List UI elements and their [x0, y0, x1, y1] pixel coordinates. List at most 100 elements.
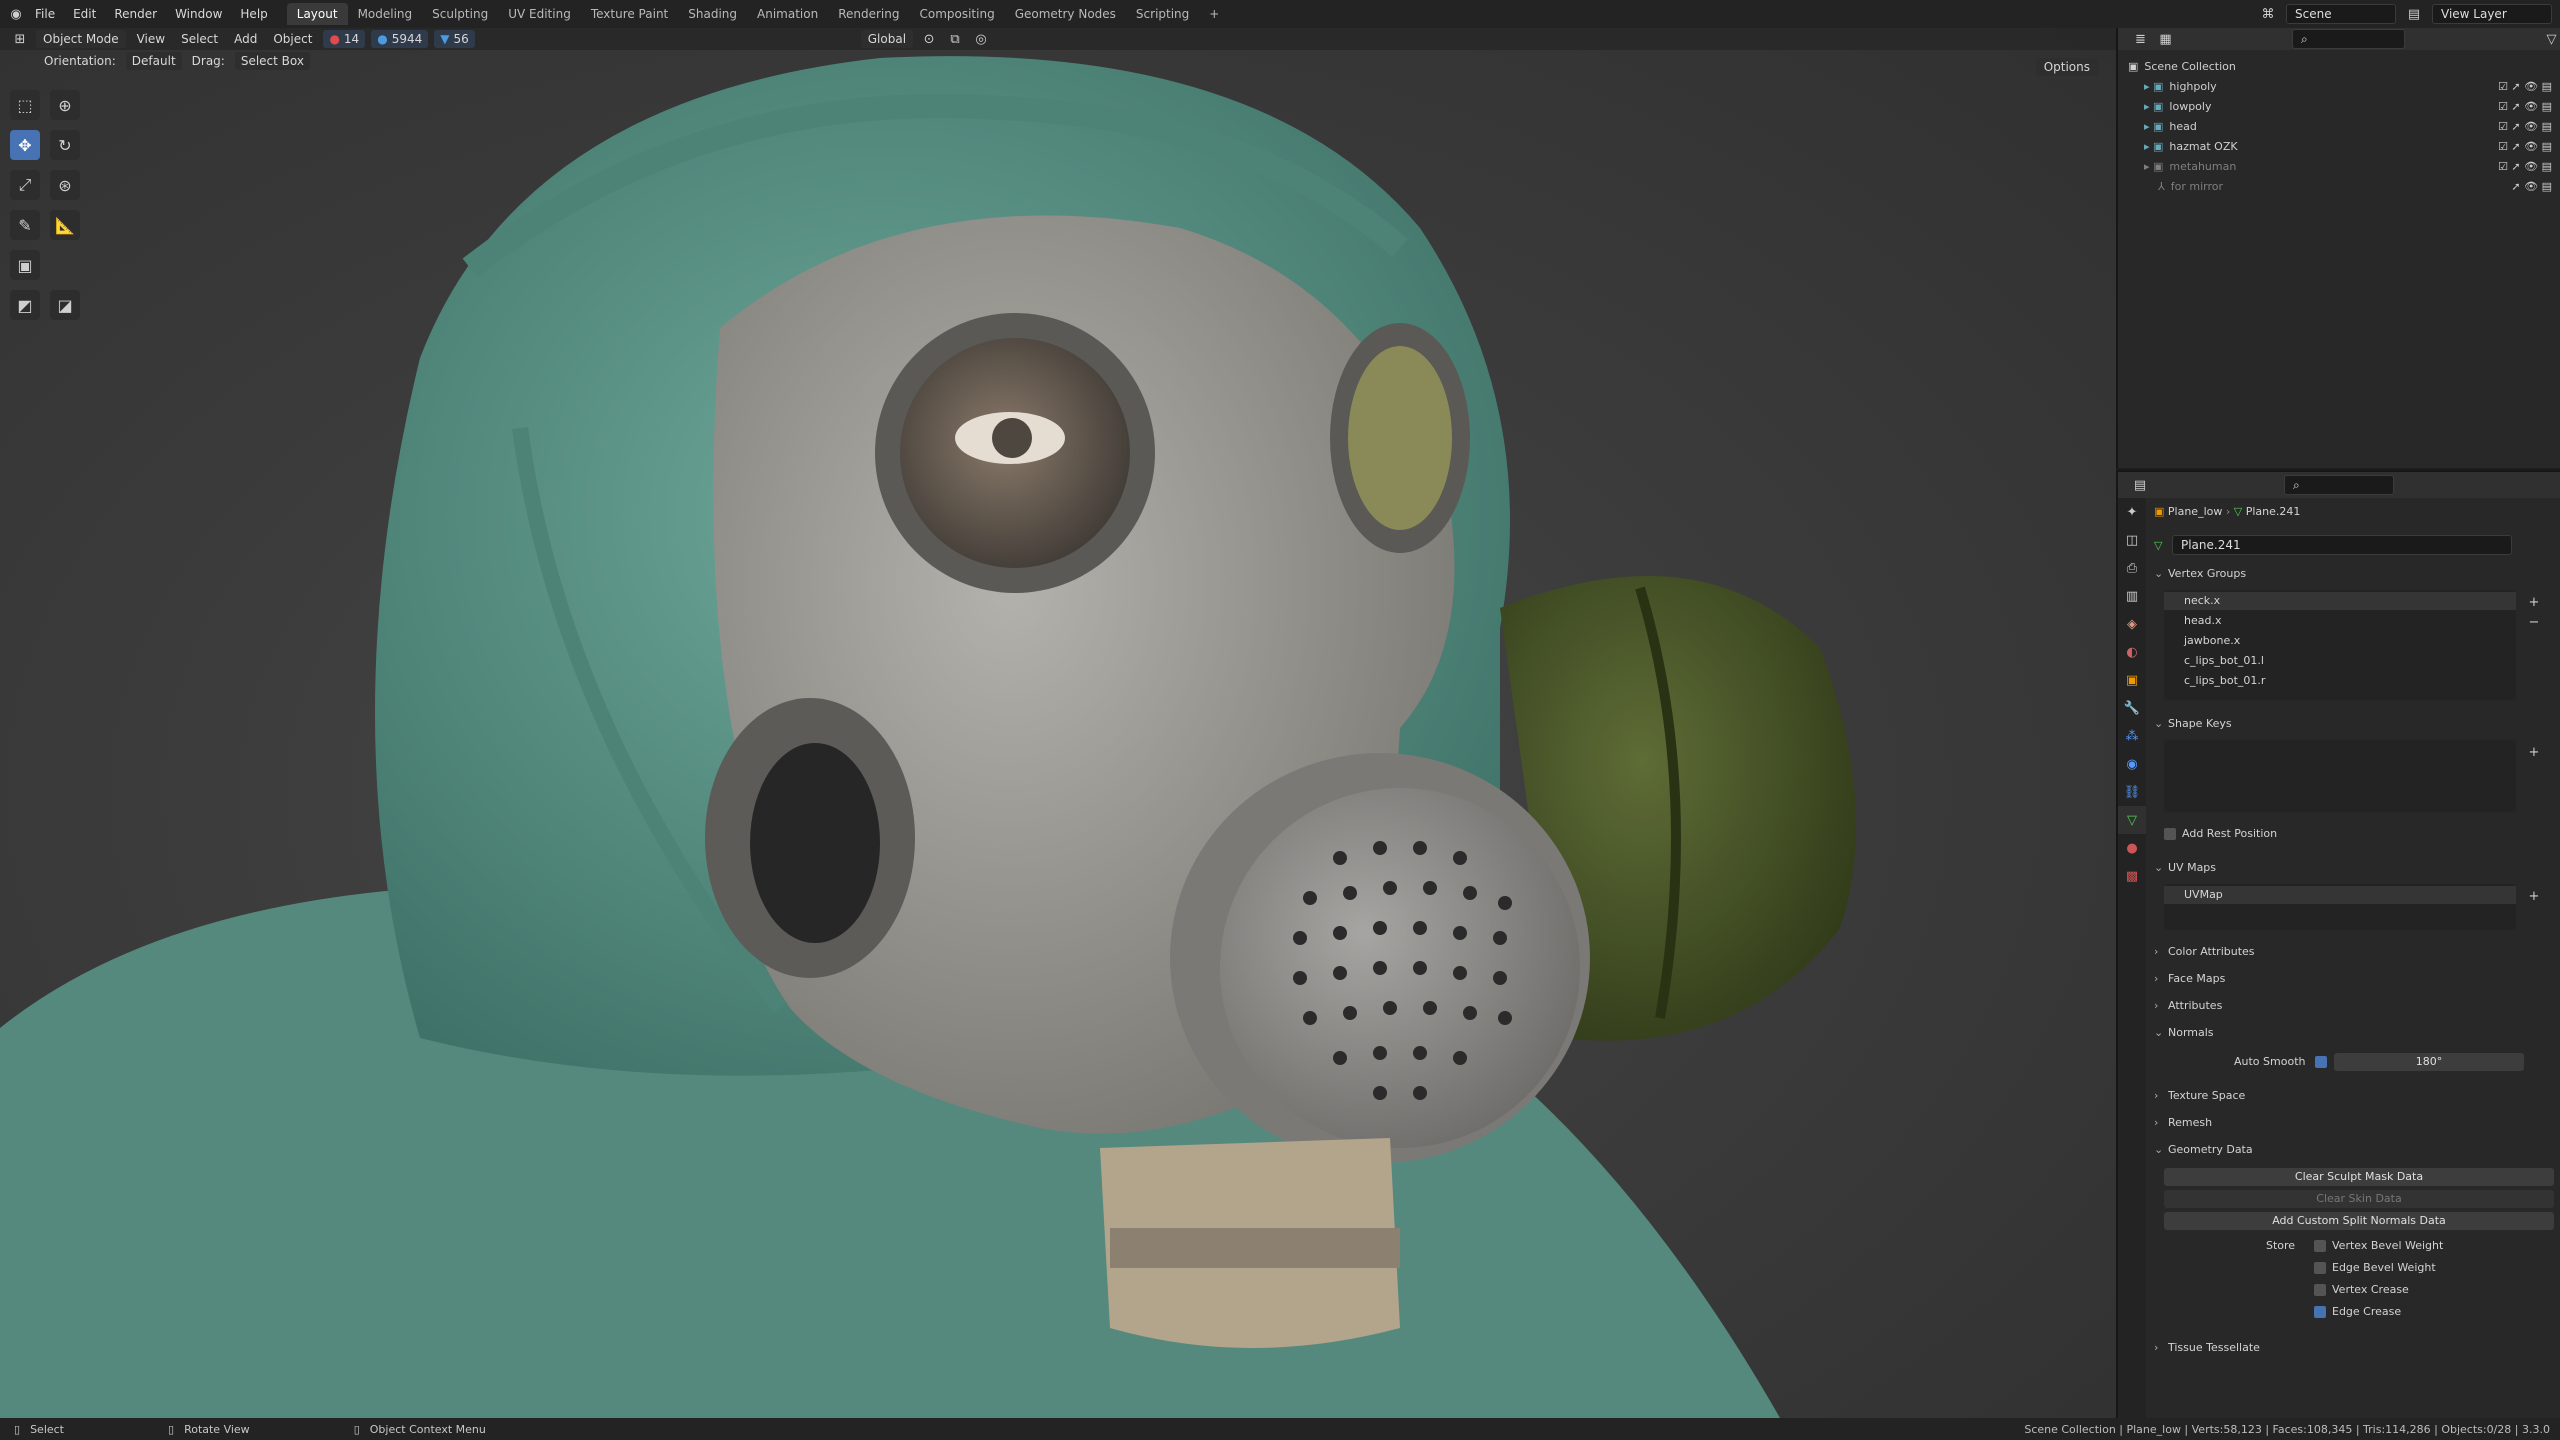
normals-header[interactable]: ⌄ Normals [2154, 1021, 2554, 1045]
add-rest-position[interactable]: Add Rest Position [2154, 822, 2554, 846]
tab-shading[interactable]: Shading [678, 3, 747, 25]
face-maps-header[interactable]: › Face Maps [2154, 967, 2554, 991]
material-tab-icon[interactable]: ● [2118, 834, 2146, 862]
view-layer-tab-icon[interactable]: ▥ [2118, 582, 2146, 610]
tab-animation[interactable]: Animation [747, 3, 828, 25]
tab-texture-paint[interactable]: Texture Paint [581, 3, 678, 25]
tissue-tessellate-header[interactable]: › Tissue Tessellate [2154, 1336, 2554, 1360]
object-tab-icon[interactable]: ▣ [2118, 666, 2146, 694]
transform-icon[interactable]: ⊛ [50, 170, 80, 200]
snap-icon[interactable]: ⧉ [945, 29, 965, 49]
properties-type-icon[interactable]: ▤ [2130, 475, 2150, 495]
measure-icon[interactable]: 📐 [50, 210, 80, 240]
list-item[interactable]: c_lips_bot_01.r [2164, 672, 2516, 690]
3d-viewport[interactable]: ⊞ Object Mode View Select Add Object ● 14… [0, 28, 2116, 1418]
scene-icon[interactable]: ⌘ [2258, 4, 2278, 24]
geometry-data-header[interactable]: ⌄ Geometry Data [2154, 1138, 2554, 1162]
tab-layout[interactable]: Layout [286, 3, 348, 25]
physics-tab-icon[interactable]: ◉ [2118, 750, 2146, 778]
rotate-icon[interactable]: ↻ [50, 130, 80, 160]
tab-rendering[interactable]: Rendering [828, 3, 909, 25]
store-vertex-bevel[interactable]: Vertex Bevel Weight [2154, 1234, 2554, 1258]
list-item[interactable]: head.x [2164, 612, 2516, 630]
shape-keys-list[interactable] [2164, 740, 2516, 812]
outliner-item[interactable]: ⅄ for mirror ➚ 👁 ▤ [2118, 176, 2560, 196]
list-item[interactable]: c_lips_bot_01.l [2164, 652, 2516, 670]
remesh-header[interactable]: › Remesh [2154, 1111, 2554, 1135]
outliner-item[interactable]: ▸ ▣ head ☑ ➚ 👁 ▤ [2118, 116, 2560, 136]
mesh-datablock[interactable]: ▽ Plane.241 [2154, 534, 2554, 558]
menu-select[interactable]: Select [176, 32, 223, 46]
auto-smooth-angle[interactable]: 180° [2334, 1053, 2524, 1071]
transform-orientation[interactable]: Global [860, 30, 914, 48]
attributes-header[interactable]: › Attributes [2154, 994, 2554, 1018]
view-layer-selector[interactable]: View Layer [2432, 4, 2552, 24]
auto-smooth-row[interactable]: Auto Smooth 180° [2154, 1050, 2554, 1074]
outliner-item[interactable]: ▸ ▣ lowpoly ☑ ➚ 👁 ▤ [2118, 96, 2560, 116]
menu-window[interactable]: Window [166, 0, 231, 28]
cursor-icon[interactable]: ⊕ [50, 90, 80, 120]
menu-file[interactable]: File [26, 0, 64, 28]
particles-tab-icon[interactable]: ⁂ [2118, 722, 2146, 750]
menu-render[interactable]: Render [105, 0, 166, 28]
store-edge-bevel[interactable]: Edge Bevel Weight [2154, 1256, 2554, 1280]
editor-type-icon[interactable]: ⊞ [10, 29, 30, 49]
clear-sculpt-mask-button[interactable]: Clear Sculpt Mask Data [2164, 1168, 2554, 1186]
annotate-icon[interactable]: ✎ [10, 210, 40, 240]
properties-search[interactable]: ⌕ [2284, 475, 2394, 495]
menu-add[interactable]: Add [229, 32, 262, 46]
tab-scripting[interactable]: Scripting [1126, 3, 1199, 25]
tab-modeling[interactable]: Modeling [348, 3, 423, 25]
clear-skin-button[interactable]: Clear Skin Data [2164, 1190, 2554, 1208]
scene-collection-row[interactable]: ▣ Scene Collection [2118, 56, 2560, 76]
move-icon[interactable]: ✥ [10, 130, 40, 160]
render-tab-icon[interactable]: ◫ [2118, 526, 2146, 554]
scale-icon[interactable]: ⤢ [10, 170, 40, 200]
blender-logo-icon[interactable]: ◉ [6, 4, 26, 24]
shape-keys-header[interactable]: ⌄ Shape Keys [2154, 712, 2554, 736]
pivot-icon[interactable]: ⊙ [919, 29, 939, 49]
outliner-item[interactable]: ▸ ▣ highpoly ☑ ➚ 👁 ▤ [2118, 76, 2560, 96]
outliner-item[interactable]: ▸ ▣ metahuman ☑ ➚ 👁 ▤ [2118, 156, 2560, 176]
constraints-tab-icon[interactable]: ⛓ [2118, 778, 2146, 806]
add-custom-normals-button[interactable]: Add Custom Split Normals Data [2164, 1212, 2554, 1230]
scene-tab-icon[interactable]: ◈ [2118, 610, 2146, 638]
store-vertex-crease[interactable]: Vertex Crease [2154, 1278, 2554, 1302]
texture-icon[interactable]: ◪ [50, 290, 80, 320]
add-icon[interactable]: + [2524, 742, 2544, 762]
modifier-tab-icon[interactable]: 🔧 [2118, 694, 2146, 722]
view-layer-icon[interactable]: ▤ [2404, 4, 2424, 24]
outliner-type-icon[interactable]: ≣ [2132, 29, 2149, 49]
filter-icon[interactable]: ▽ [2543, 29, 2560, 49]
vertex-groups-header[interactable]: ⌄ Vertex Groups [2154, 562, 2554, 586]
store-edge-crease[interactable]: Edge Crease [2154, 1300, 2554, 1324]
remove-icon[interactable]: − [2524, 612, 2544, 632]
texture-space-header[interactable]: › Texture Space [2154, 1084, 2554, 1108]
add-icon[interactable]: + [2524, 886, 2544, 906]
data-tab-icon[interactable]: ▽ [2118, 806, 2146, 834]
tab-uv-editing[interactable]: UV Editing [498, 3, 581, 25]
add-workspace-icon[interactable]: + [1199, 3, 1229, 25]
add-icon[interactable]: + [2524, 592, 2544, 612]
drag-dropdown[interactable]: Select Box [234, 52, 310, 70]
texture-tab-icon[interactable]: ▩ [2118, 862, 2146, 890]
display-mode-icon[interactable]: ▦ [2157, 29, 2174, 49]
menu-object[interactable]: Object [268, 32, 317, 46]
menu-help[interactable]: Help [231, 0, 276, 28]
add-cube-icon[interactable]: ▣ [10, 250, 40, 280]
list-item[interactable]: UVMap [2164, 886, 2516, 904]
options-button[interactable]: Options [2035, 58, 2098, 76]
proportional-edit-icon[interactable]: ◎ [971, 29, 991, 49]
outliner-search[interactable]: ⌕ [2291, 29, 2406, 49]
tab-compositing[interactable]: Compositing [909, 3, 1004, 25]
tab-geometry-nodes[interactable]: Geometry Nodes [1005, 3, 1126, 25]
tab-sculpting[interactable]: Sculpting [422, 3, 498, 25]
outliner-item[interactable]: ▸ ▣ hazmat OZK ☑ ➚ 👁 ▤ [2118, 136, 2560, 156]
output-tab-icon[interactable]: ⎙ [2118, 554, 2146, 582]
tool-tab-icon[interactable]: ✦ [2118, 498, 2146, 526]
list-item[interactable]: neck.x [2164, 592, 2516, 610]
scene-selector[interactable]: Scene [2286, 4, 2396, 24]
orientation-dropdown[interactable]: Default [125, 52, 182, 70]
mode-selector[interactable]: Object Mode [36, 30, 126, 48]
world-tab-icon[interactable]: ◐ [2118, 638, 2146, 666]
